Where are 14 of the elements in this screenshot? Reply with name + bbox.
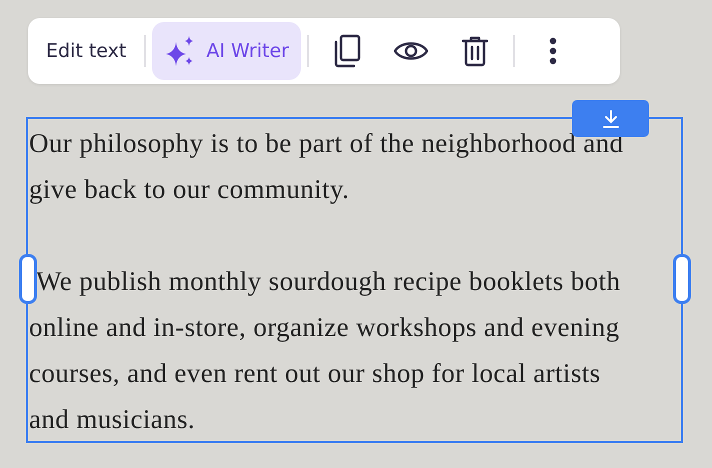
paragraph-line: and musicians. — [29, 403, 196, 436]
ai-writer-button[interactable]: AI Writer — [152, 22, 301, 80]
paragraph-line: We publish monthly sourdough recipe booklets both — [35, 265, 620, 298]
download-icon — [602, 110, 618, 128]
trash-icon — [460, 35, 489, 67]
paragraph-line: online and in-store, organize workshops and evening — [29, 311, 620, 344]
paragraph-line: courses, and even rent out our shop for local artists — [29, 357, 601, 390]
resize-handle[interactable] — [19, 254, 37, 304]
text-selection-frame[interactable] — [26, 117, 683, 443]
paragraph-line: Our philosophy is to be part of the neighborhood and — [29, 127, 624, 160]
paragraph-line: give back to our community. — [29, 173, 350, 206]
edit-text-button[interactable]: Edit text — [34, 22, 138, 80]
more-icon — [548, 37, 557, 65]
resize-handle[interactable] — [673, 254, 691, 304]
